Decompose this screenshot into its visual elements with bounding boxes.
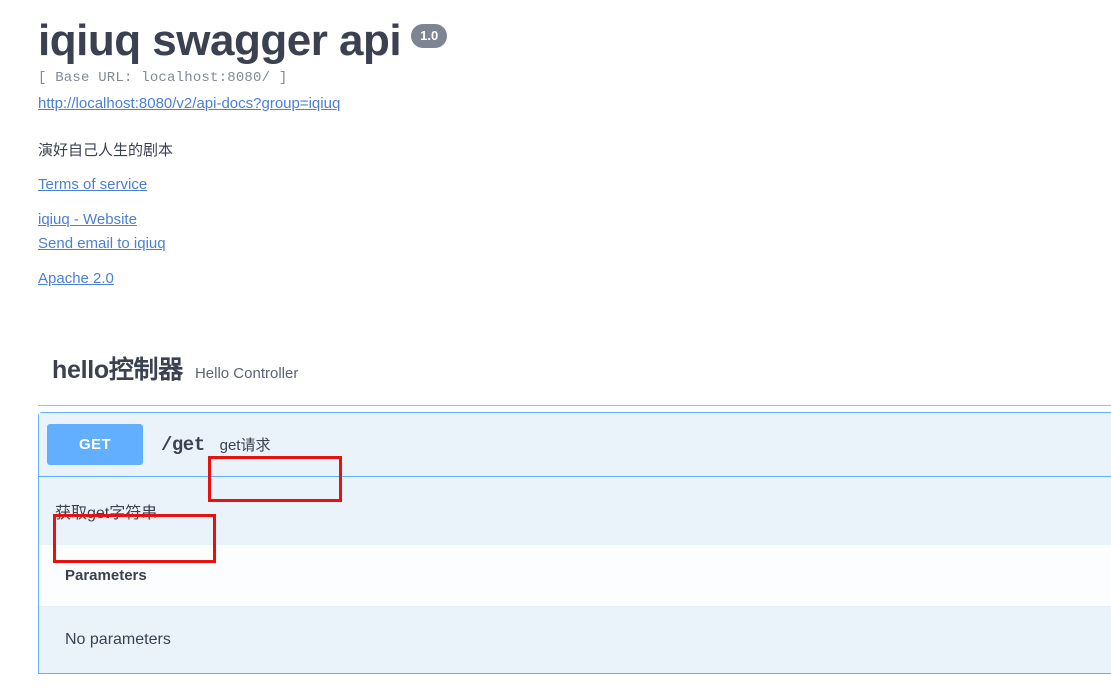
no-parameters-text: No parameters [65, 631, 171, 649]
tag-name: hello控制器 [52, 356, 183, 385]
page-title: iqiuq swagger api [38, 16, 402, 65]
base-url-text: [ Base URL: localhost:8080/ ] [38, 70, 288, 87]
parameters-header: Parameters [39, 545, 1111, 607]
license-link[interactable]: Apache 2.0 [38, 270, 1111, 287]
api-description: 演好自己人生的剧本 [38, 142, 174, 160]
website-link[interactable]: iqiuq - Website [38, 211, 1111, 228]
operation-summary: get请求 [219, 437, 271, 455]
terms-of-service-link[interactable]: Terms of service [38, 176, 1111, 193]
operation-path: /get [161, 433, 205, 456]
info-links: Terms of service iqiuq - Website Send em… [38, 176, 1111, 287]
tag-description: Hello Controller [194, 365, 299, 383]
tag-heading[interactable]: hello控制器 Hello Controller [52, 350, 1111, 386]
api-docs-link[interactable]: http://localhost:8080/v2/api-docs?group=… [38, 95, 340, 112]
version-badge: 1.0 [411, 24, 448, 48]
tag-divider [38, 405, 1111, 407]
operation-summary-row[interactable]: GET /get get请求 [39, 413, 1111, 477]
api-info-block: iqiuq swagger api 1.0 [ Base URL: localh… [0, 0, 1111, 287]
operation-block-get: GET /get get请求 获取get字符串 Parameters No pa… [38, 412, 1111, 675]
swagger-ui-page: iqiuq swagger api 1.0 [ Base URL: localh… [0, 0, 1111, 692]
parameters-body: No parameters [39, 606, 1111, 674]
api-title-row: iqiuq swagger api 1.0 [38, 16, 1111, 65]
tag-section: hello控制器 Hello Controller [0, 350, 1111, 407]
operation-description: 获取get字符串 [55, 505, 158, 523]
parameters-title: Parameters [65, 567, 147, 585]
contact-email-link[interactable]: Send email to iqiuq [38, 235, 1111, 252]
operation-description-row: 获取get字符串 [39, 476, 1111, 546]
http-method-badge: GET [47, 424, 143, 466]
